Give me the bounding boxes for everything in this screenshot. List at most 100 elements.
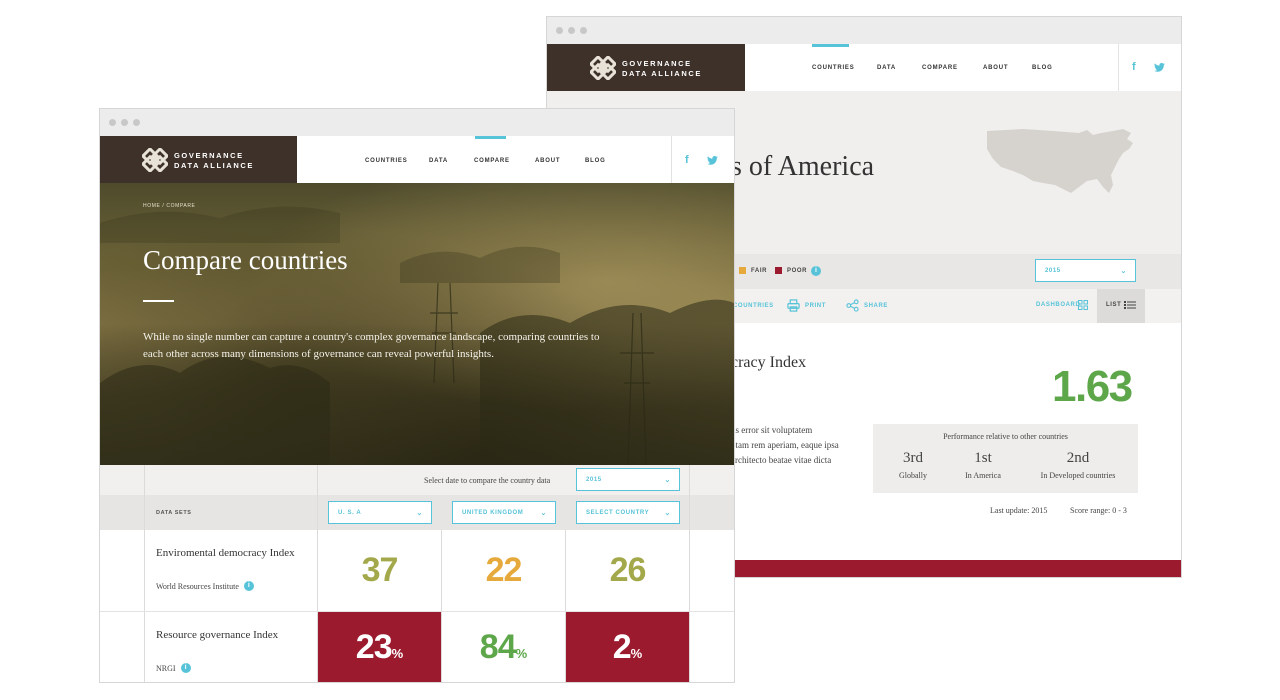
dataset-source: World Resources Institute i — [156, 581, 254, 591]
country-select-3[interactable]: SELECT COUNTRY ⌄ — [576, 501, 680, 524]
logo-knot-icon — [142, 148, 168, 172]
performance-heading: Performance relative to other countries — [943, 432, 1068, 441]
column-divider — [144, 465, 145, 682]
nav-data[interactable]: DATA — [429, 158, 448, 164]
compare-countries-link[interactable]: COUNTRIES — [733, 303, 774, 309]
data-sets-label: DATA SETS — [156, 510, 192, 516]
brand-logo[interactable]: GOVERNANCE DATA ALLIANCE — [100, 136, 297, 183]
column-divider — [689, 465, 690, 682]
brand-line-1: GOVERNANCE — [174, 151, 244, 160]
score-cell: 2% — [566, 612, 689, 682]
logo-knot-icon — [590, 56, 616, 80]
score-value: 37 — [361, 551, 399, 589]
title-divider — [143, 300, 174, 302]
list-icon — [1124, 301, 1136, 309]
chevron-down-icon: ⌄ — [664, 509, 671, 517]
country-title: s of America — [731, 151, 875, 182]
nav-blog[interactable]: BLOG — [1032, 65, 1053, 71]
nav-about[interactable]: ABOUT — [983, 65, 1008, 71]
brand-logo[interactable]: GOVERNANCE DATA ALLIANCE — [547, 44, 745, 91]
score-value: 84 — [479, 627, 517, 666]
legend-info-icon[interactable]: i — [811, 266, 821, 276]
score-cell: 26 — [566, 530, 689, 611]
score-value: 26 — [609, 551, 647, 589]
breadcrumb[interactable]: HOME / COMPARE — [143, 203, 195, 209]
nav-blog[interactable]: BLOG — [585, 158, 606, 164]
index-score: 1.63 — [1052, 362, 1133, 411]
year-select-value: 2015 — [1045, 267, 1061, 274]
legend-poor-label: POOR — [787, 268, 808, 274]
nav-about[interactable]: ABOUT — [535, 158, 560, 164]
brand-line-1: GOVERNANCE — [622, 59, 692, 68]
window-maximize-dot[interactable] — [580, 27, 587, 34]
chevron-down-icon: ⌄ — [1120, 267, 1127, 275]
window-minimize-dot[interactable] — [568, 27, 575, 34]
country-select-value: SELECT COUNTRY — [586, 509, 650, 516]
score-range: Score range: 0 - 3 — [1070, 506, 1127, 515]
score-value: 2 — [612, 627, 632, 666]
twitter-icon[interactable] — [707, 156, 718, 165]
grid-icon[interactable] — [1078, 300, 1088, 310]
dataset-source-label: World Resources Institute — [156, 581, 239, 591]
nav-countries[interactable]: COUNTRIES — [365, 158, 408, 164]
page-description: While no single number can capture a cou… — [143, 331, 600, 360]
date-select-value: 2015 — [586, 476, 602, 483]
hero-banner: HOME / COMPARE Compare countries While n… — [100, 183, 734, 465]
rank-in-america: 1st In America — [956, 450, 1010, 480]
share-button[interactable]: SHARE — [864, 303, 888, 309]
list-view-label: LIST — [1106, 302, 1122, 308]
brand-name: GOVERNANCE DATA ALLIANCE — [174, 151, 254, 171]
country-select-1[interactable]: U. S. A ⌄ — [328, 501, 432, 524]
share-icon[interactable] — [846, 299, 859, 312]
index-description-line: architecto beatae vitae dicta — [731, 455, 832, 465]
list-view-tab[interactable]: LIST — [1097, 289, 1145, 323]
nav-divider — [1118, 44, 1119, 91]
usa-map-icon — [987, 129, 1133, 193]
facebook-icon[interactable]: f — [1132, 61, 1136, 73]
rank-value: 1st — [974, 450, 992, 466]
performance-box: Performance relative to other countries … — [873, 424, 1138, 493]
print-icon[interactable] — [787, 299, 800, 312]
year-select[interactable]: 2015 ⌄ — [1035, 259, 1136, 282]
legend-poor-swatch — [775, 267, 782, 274]
country-select-value: U. S. A — [338, 509, 362, 516]
brand-line-2: DATA ALLIANCE — [622, 69, 702, 78]
window-close-dot[interactable] — [109, 119, 116, 126]
info-icon[interactable]: i — [180, 663, 191, 673]
last-update: Last update: 2015 — [990, 506, 1048, 515]
country-select-2[interactable]: UNITED KINGDOM ⌄ — [452, 501, 556, 524]
nav-active-indicator — [475, 136, 506, 139]
score-cell: 22 — [442, 530, 565, 611]
dashboard-view-button[interactable]: DASHBOARD — [1036, 302, 1080, 308]
rank-label: Globally — [899, 471, 927, 480]
nav-compare[interactable]: COMPARE — [922, 65, 958, 71]
rank-value: 2nd — [1066, 450, 1090, 466]
print-button[interactable]: PRINT — [805, 303, 826, 309]
info-icon[interactable]: i — [243, 581, 254, 591]
percent-sign: % — [515, 645, 528, 661]
index-description: us error sit voluptatem otam rem aperiam… — [731, 423, 871, 468]
date-select[interactable]: 2015 ⌄ — [576, 468, 680, 491]
chevron-down-icon: ⌄ — [664, 476, 671, 484]
dataset-source: NRGI i — [156, 663, 191, 673]
rank-label: In Developed countries — [1040, 471, 1116, 480]
score-cell: 23% — [318, 612, 441, 682]
country-select-value: UNITED KINGDOM — [462, 509, 524, 516]
facebook-icon[interactable]: f — [685, 154, 689, 166]
index-description-line: otam rem aperiam, eaque ipsa — [731, 440, 839, 450]
window-minimize-dot[interactable] — [121, 119, 128, 126]
twitter-icon[interactable] — [1154, 63, 1165, 72]
window-close-dot[interactable] — [556, 27, 563, 34]
landscape-image — [100, 206, 734, 465]
brand-line-2: DATA ALLIANCE — [174, 161, 254, 170]
nav-compare[interactable]: COMPARE — [474, 158, 510, 164]
page-title: Compare countries — [143, 245, 348, 275]
nav-countries[interactable]: COUNTRIES — [812, 65, 855, 71]
dataset-source-label: NRGI — [156, 663, 176, 673]
nav-active-indicator — [812, 44, 849, 47]
rank-label: In America — [965, 471, 1001, 480]
score-value: 22 — [485, 551, 523, 589]
window-maximize-dot[interactable] — [133, 119, 140, 126]
date-select-label: Select date to compare the country data — [424, 476, 551, 485]
nav-data[interactable]: DATA — [877, 65, 896, 71]
